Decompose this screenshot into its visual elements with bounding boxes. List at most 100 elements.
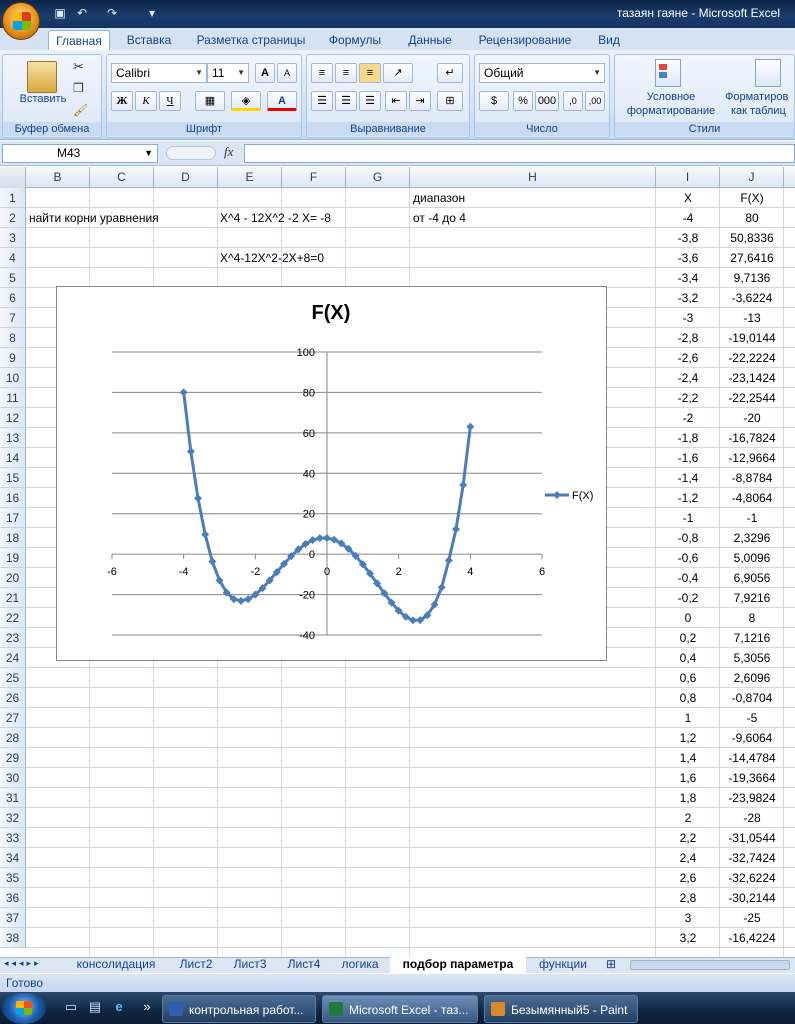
name-box[interactable]: M43 ▼ (2, 144, 158, 163)
row-header[interactable]: 12 (0, 408, 26, 428)
format-as-table-label-2[interactable]: как таблиц (731, 105, 795, 117)
cell-fx-value[interactable]: 50,8336 (720, 228, 784, 248)
cell-fx-value[interactable]: -3,6224 (720, 288, 784, 308)
row-header[interactable]: 3 (0, 228, 26, 248)
row-header[interactable]: 35 (0, 868, 26, 888)
row-header[interactable]: 28 (0, 728, 26, 748)
bold-button[interactable]: Ж (111, 91, 133, 111)
merge-cells-icon[interactable]: ⊞ (437, 91, 463, 111)
percent-button[interactable]: % (513, 91, 533, 111)
cell-x-value[interactable]: -0,8 (656, 528, 720, 548)
font-size-select[interactable]: 11 ▼ (207, 63, 249, 83)
wrap-text-icon[interactable]: ↵ (437, 63, 463, 83)
select-all-corner[interactable] (0, 167, 26, 188)
cell-fx-value[interactable]: -23,1424 (720, 368, 784, 388)
cell-fx-value[interactable]: -14,4784 (720, 748, 784, 768)
align-middle-icon[interactable]: ≡ (335, 63, 357, 83)
cell-fx-value[interactable]: 27,6416 (720, 248, 784, 268)
row-header[interactable]: 34 (0, 848, 26, 868)
number-format-select[interactable]: Общий ▼ (479, 63, 605, 83)
format-as-table-icon[interactable] (755, 59, 781, 87)
row-header[interactable]: 4 (0, 248, 26, 268)
cell-fx-value[interactable]: 8 (720, 608, 784, 628)
row-header[interactable]: 16 (0, 488, 26, 508)
cell-x-value[interactable]: -2,6 (656, 348, 720, 368)
cell-x-value[interactable]: 0,8 (656, 688, 720, 708)
shrink-font-button[interactable]: A (277, 63, 297, 83)
row-header[interactable]: 30 (0, 768, 26, 788)
row-header[interactable]: 37 (0, 908, 26, 928)
tab-insert[interactable]: Вставка (118, 30, 180, 50)
row-header[interactable]: 9 (0, 348, 26, 368)
cell-h2[interactable]: от -4 до 4 (413, 208, 466, 228)
cell-x-value[interactable]: -3,4 (656, 268, 720, 288)
cell-fx-value[interactable]: -4,8064 (720, 488, 784, 508)
row-header[interactable]: 38 (0, 928, 26, 948)
cell-j1[interactable]: F(X) (720, 188, 784, 208)
tab-formulas[interactable]: Формулы (322, 30, 388, 50)
insert-function-button[interactable]: fx (224, 144, 233, 160)
cell-x-value[interactable]: -3,2 (656, 288, 720, 308)
cell-fx-value[interactable]: 7,1216 (720, 628, 784, 648)
cell-x-value[interactable]: 2,4 (656, 848, 720, 868)
row-header[interactable]: 5 (0, 268, 26, 288)
row-header[interactable]: 17 (0, 508, 26, 528)
cell-fx-value[interactable]: -32,6224 (720, 868, 784, 888)
cell-x-value[interactable]: -2,2 (656, 388, 720, 408)
conditional-formatting-label-2[interactable]: форматирование (617, 105, 725, 117)
cell-x-value[interactable]: -3 (656, 308, 720, 328)
row-header[interactable]: 21 (0, 588, 26, 608)
font-color-icon[interactable]: A (267, 91, 297, 111)
cell-x-value[interactable]: 1 (656, 708, 720, 728)
thousands-separator-button[interactable]: 000 (535, 91, 559, 111)
sheet-tab-consolidation[interactable]: консолидация (66, 957, 166, 973)
sheet-navigation-icon[interactable]: ◂◂◂▸▸ (4, 958, 42, 969)
cell-i1[interactable]: X (656, 188, 720, 208)
cell-fx-value[interactable]: -31,0544 (720, 828, 784, 848)
tab-review[interactable]: Рецензирование (472, 30, 578, 50)
row-header[interactable]: 20 (0, 568, 26, 588)
row-header[interactable]: 2 (0, 208, 26, 228)
format-painter-icon[interactable]: 🖌 (73, 103, 88, 117)
grow-font-button[interactable]: A (255, 63, 275, 83)
cell-fx-value[interactable]: 6,9056 (720, 568, 784, 588)
start-button[interactable] (2, 993, 46, 1024)
sheet-tab-goal-seek[interactable]: подбор параметра (390, 957, 526, 973)
copy-icon[interactable]: ❐ (73, 81, 84, 95)
increase-indent-icon[interactable]: ⇥ (409, 91, 431, 111)
row-header[interactable]: 11 (0, 388, 26, 408)
cell-x-value[interactable]: -2,4 (656, 368, 720, 388)
cell-fx-value[interactable]: 2,6096 (720, 668, 784, 688)
undo-icon[interactable]: ↶ (74, 5, 90, 21)
cell-x-value[interactable]: -1,4 (656, 468, 720, 488)
chart[interactable]: F(X) -40 -20 0 20 40 60 80 100 -6 -4 -2 0 2 4 6 F(X) (56, 286, 607, 661)
cell-h1[interactable]: диапазон (413, 188, 465, 208)
taskbar-item-paint[interactable]: Безымянный5 - Paint (484, 995, 638, 1023)
row-header[interactable]: 19 (0, 548, 26, 568)
cell-e4[interactable]: X^4-12X^2-2X+8=0 (220, 248, 324, 268)
row-header[interactable]: 29 (0, 748, 26, 768)
cell-fx-value[interactable]: -16,7824 (720, 428, 784, 448)
align-left-icon[interactable]: ☰ (311, 91, 333, 111)
cell-x-value[interactable]: -2,8 (656, 328, 720, 348)
cell-fx-value[interactable]: -0,8704 (720, 688, 784, 708)
tab-home[interactable]: Главная (48, 30, 110, 50)
cell-x-value[interactable]: -0,2 (656, 588, 720, 608)
cell-x-value[interactable]: 2,8 (656, 888, 720, 908)
row-header[interactable]: 31 (0, 788, 26, 808)
cell-x-value[interactable]: 3 (656, 908, 720, 928)
paste-button[interactable]: Вставить (15, 93, 71, 105)
cell-x-value[interactable]: -1 (656, 508, 720, 528)
paste-icon[interactable] (27, 61, 57, 93)
internet-explorer-icon[interactable]: e (110, 998, 128, 1016)
align-bottom-icon[interactable]: ≡ (359, 63, 381, 83)
row-header[interactable]: 23 (0, 628, 26, 648)
tab-view[interactable]: Вид (590, 30, 628, 50)
format-as-table-label-1[interactable]: Форматиров (725, 91, 795, 103)
borders-icon[interactable]: ▦ (195, 91, 225, 111)
cell-e2[interactable]: X^4 - 12X^2 -2 X= -8 (220, 208, 331, 228)
cell-fx-value[interactable]: -12,9664 (720, 448, 784, 468)
conditional-formatting-icon[interactable] (655, 59, 681, 87)
row-header[interactable]: 10 (0, 368, 26, 388)
cell-x-value[interactable]: 0,6 (656, 668, 720, 688)
